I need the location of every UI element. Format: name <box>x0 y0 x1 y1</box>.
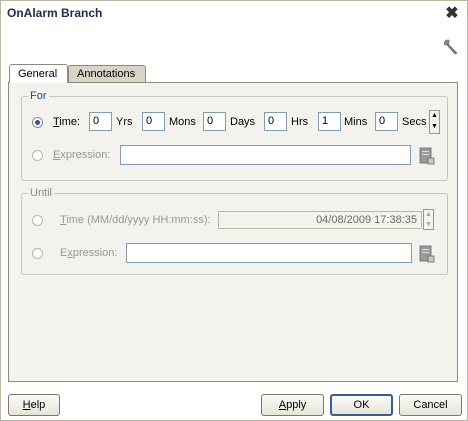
months-input[interactable]: 0 <box>142 112 165 131</box>
hours-unit: Hrs <box>291 116 309 128</box>
until-expression-input[interactable] <box>126 243 412 263</box>
months-unit: Mons <box>169 116 196 128</box>
tab-annotations[interactable]: Annotations <box>68 65 146 82</box>
for-expression-label: Expression: <box>53 149 111 161</box>
until-date-field[interactable]: 04/08/2009 17:38:35 <box>218 211 422 229</box>
seconds-input[interactable]: 0 <box>375 112 398 131</box>
close-icon[interactable]: ✖ <box>445 6 459 22</box>
until-group: Until Time (MM/dd/yyyy HH:mm:ss): 04/08/… <box>21 187 448 275</box>
until-legend: Until <box>28 187 55 199</box>
for-time-radio[interactable] <box>32 117 43 128</box>
years-input[interactable]: 0 <box>89 112 112 131</box>
cancel-button[interactable]: Cancel <box>399 394 462 416</box>
date-spin-down-icon[interactable]: ▼ <box>425 220 432 229</box>
until-date-spinner[interactable]: ▲ ▼ <box>423 209 434 230</box>
wrench-icon[interactable] <box>442 38 460 56</box>
years-unit: Yrs <box>116 116 133 128</box>
apply-button[interactable]: Apply <box>261 394 324 416</box>
ok-button[interactable]: OK <box>330 394 393 416</box>
browse-icon[interactable] <box>419 245 435 263</box>
spin-down-icon[interactable]: ▼ <box>431 122 438 132</box>
hours-input[interactable]: 0 <box>264 112 287 131</box>
general-panel: For Time: 0 Yrs 0 Mons 0 Days 0 Hrs 1 Mi… <box>8 82 458 382</box>
dialog: OnAlarm Branch ✖ General Annotations For… <box>0 0 468 421</box>
until-time-label: Time (MM/dd/yyyy HH:mm:ss): <box>60 214 211 226</box>
for-expression-radio[interactable] <box>32 150 43 161</box>
until-time-radio[interactable] <box>32 215 43 226</box>
for-legend: For <box>28 90 49 102</box>
browse-icon[interactable] <box>419 147 435 165</box>
tab-annotations-label: Annotations <box>77 68 136 80</box>
until-expression-radio[interactable] <box>32 248 43 259</box>
days-unit: Days <box>230 116 256 128</box>
spin-up-icon[interactable]: ▲ <box>431 111 438 121</box>
days-input[interactable]: 0 <box>203 112 226 131</box>
dialog-title: OnAlarm Branch <box>7 6 103 20</box>
for-expression-input[interactable] <box>120 145 411 165</box>
minutes-unit: Mins <box>344 116 368 128</box>
for-time-label: Time: <box>53 116 81 128</box>
date-spin-up-icon[interactable]: ▲ <box>425 210 432 219</box>
seconds-unit: Secs <box>402 116 427 128</box>
until-expression-label: Expression: <box>60 247 118 259</box>
minutes-input[interactable]: 1 <box>318 112 341 131</box>
help-button[interactable]: Help <box>8 394 60 416</box>
tab-general-label: General <box>18 68 58 80</box>
for-group: For Time: 0 Yrs 0 Mons 0 Days 0 Hrs 1 Mi… <box>21 90 448 181</box>
tab-general[interactable]: General <box>9 64 68 83</box>
seconds-spinner[interactable]: ▲ ▼ <box>429 110 440 134</box>
